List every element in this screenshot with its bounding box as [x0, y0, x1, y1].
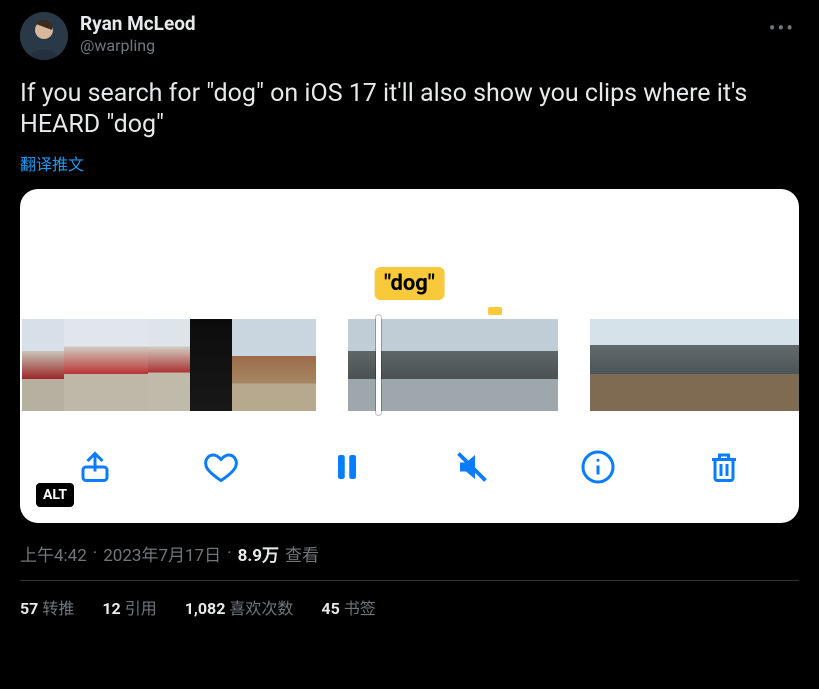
mute-icon[interactable]	[452, 447, 492, 487]
display-name[interactable]: Ryan McLeod	[80, 12, 196, 36]
video-frame[interactable]	[758, 319, 799, 411]
views-count[interactable]: 8.9万	[238, 541, 279, 566]
video-frame[interactable]	[390, 319, 432, 411]
video-frame[interactable]	[716, 319, 758, 411]
more-icon[interactable]: •••	[765, 12, 799, 44]
clip-group	[590, 319, 799, 411]
video-frame[interactable]	[590, 319, 632, 411]
handle[interactable]: @warpling	[80, 36, 196, 56]
video-frame[interactable]	[632, 319, 674, 411]
stat-bookmarks[interactable]: 45书签	[321, 595, 375, 619]
video-frame[interactable]	[516, 319, 558, 411]
trash-icon[interactable]	[704, 447, 744, 487]
info-icon[interactable]	[578, 447, 618, 487]
stat-retweets[interactable]: 57转推	[20, 595, 74, 619]
pause-icon[interactable]	[327, 447, 367, 487]
tweet: Ryan McLeod @warpling ••• If you search …	[0, 0, 819, 619]
stat-quotes[interactable]: 12引用	[102, 595, 156, 619]
media-card: "dog"	[20, 189, 799, 523]
stat-likes[interactable]: 1,082喜欢次数	[185, 595, 294, 619]
tweet-date[interactable]: 2023年7月17日	[103, 541, 221, 566]
tweet-header: Ryan McLeod @warpling •••	[20, 12, 799, 60]
author-block: Ryan McLeod @warpling	[80, 12, 196, 56]
clip-group	[348, 319, 558, 411]
video-frame[interactable]	[22, 319, 64, 411]
tweet-stats: 57转推 12引用 1,082喜欢次数 45书签	[20, 595, 799, 619]
media-toolbar	[20, 411, 799, 523]
tweet-time[interactable]: 上午4:42	[20, 541, 87, 566]
video-frame[interactable]	[106, 319, 148, 411]
video-frame[interactable]	[348, 319, 390, 411]
translate-link[interactable]: 翻译推文	[20, 151, 799, 175]
video-frame[interactable]	[474, 319, 516, 411]
video-frame[interactable]	[674, 319, 716, 411]
video-frame[interactable]	[432, 319, 474, 411]
filmstrip[interactable]	[20, 319, 799, 411]
tweet-text: If you search for "dog" on iOS 17 it'll …	[20, 78, 799, 141]
heart-icon[interactable]	[201, 447, 241, 487]
caption-marker	[488, 307, 502, 315]
tweet-meta: 上午4:42 · 2023年7月17日 · 8.9万 查看	[20, 541, 799, 566]
alt-badge[interactable]: ALT	[36, 483, 74, 507]
views-label: 查看	[285, 541, 319, 566]
video-frame[interactable]	[232, 319, 274, 411]
scrubber-handle[interactable]	[376, 315, 381, 415]
video-frame[interactable]	[274, 319, 316, 411]
divider	[20, 580, 799, 581]
share-icon[interactable]	[75, 447, 115, 487]
avatar[interactable]	[20, 12, 68, 60]
clip-group	[22, 319, 316, 411]
video-frame[interactable]	[148, 319, 190, 411]
video-frame[interactable]	[190, 319, 232, 411]
caption-pill: "dog"	[374, 267, 445, 300]
caption-area: "dog"	[20, 189, 799, 319]
video-frame[interactable]	[64, 319, 106, 411]
